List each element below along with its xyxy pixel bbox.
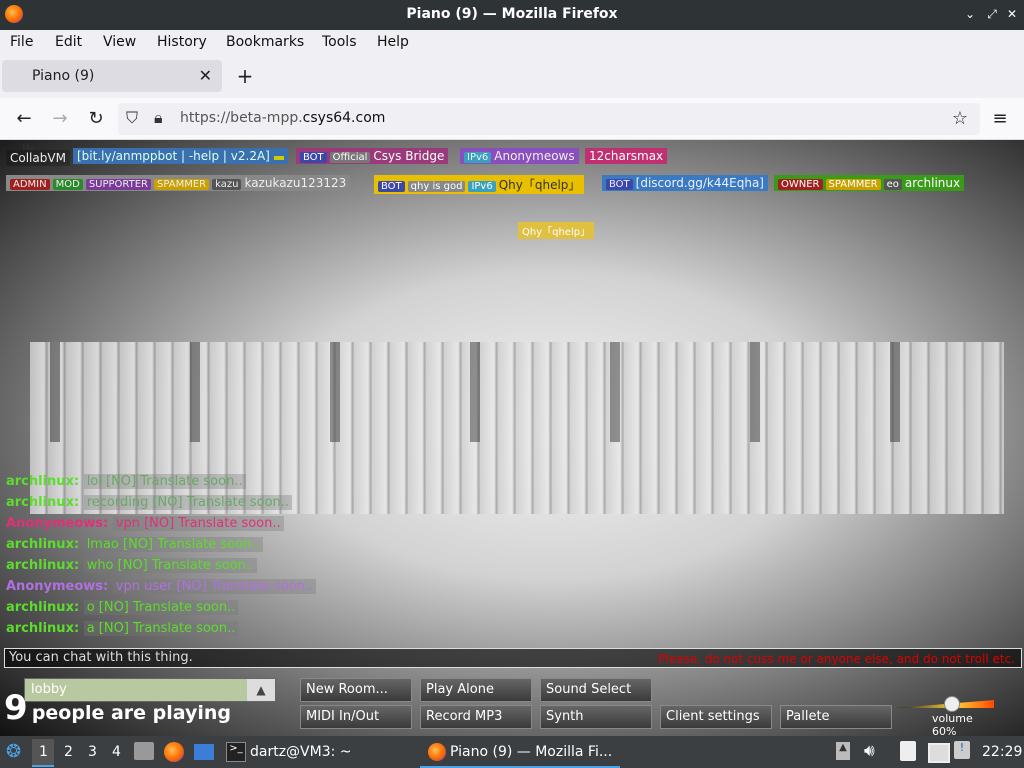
menu-tools[interactable]: Tools [322, 34, 357, 50]
workspace-4[interactable]: 4 [112, 744, 121, 760]
tray-up-icon[interactable]: ▲ [836, 742, 850, 760]
workspace-3[interactable]: 3 [88, 744, 97, 760]
chat-line: archlinux: lol [NO] Translate soon.. [6, 474, 246, 489]
player-count: 9 people are playing [4, 688, 231, 728]
menu-bookmarks[interactable]: Bookmarks [226, 34, 304, 50]
chat-line: Anonymeows: vpn user [NO] Translate soon… [6, 579, 317, 594]
navigation-bar: ← → ↻ ⛉ 🔒︎ https://beta-mpp.csys64.com ☆… [0, 98, 1024, 140]
chevron-up-icon[interactable]: ▲ [247, 679, 275, 701]
piano-black-key[interactable] [330, 342, 340, 442]
player-count-number: 9 [4, 688, 28, 728]
new-room-button[interactable]: New Room... [300, 678, 412, 702]
client-settings-button[interactable]: Client settings [660, 705, 772, 729]
piano-black-key[interactable] [50, 342, 60, 442]
midi-button[interactable]: MIDI In/Out [300, 705, 412, 729]
menu-file[interactable]: File [10, 34, 33, 50]
back-icon[interactable]: ← [12, 107, 36, 131]
menu-bar: File Edit View History Bookmarks Tools H… [0, 30, 1024, 56]
restore-icon[interactable]: ⤢ [984, 6, 1000, 22]
volume-knob[interactable] [944, 696, 960, 712]
chat-line: archlinux: o [NO] Translate soon.. [6, 600, 239, 615]
firefox-task-icon [428, 743, 446, 761]
window-titlebar: Piano (9) — Mozilla Firefox ⌄ ⤢ ✕ [0, 0, 1024, 30]
taskbar-terminal[interactable]: dartz@VM3: ~ [250, 744, 352, 760]
file-manager-icon[interactable] [134, 742, 154, 760]
shield-icon[interactable]: ⛉ [126, 108, 138, 128]
piano-black-key[interactable] [190, 342, 200, 442]
user-tag-discord[interactable]: BOT [discord.gg/k44Eqha] [602, 175, 768, 191]
user-tag-archlinux[interactable]: OWNER SPAMMER eo archlinux [774, 175, 965, 191]
piano-black-key[interactable] [890, 342, 900, 442]
clock: 22:29 [982, 744, 1023, 760]
lock-icon[interactable]: 🔒︎ [154, 108, 163, 128]
close-icon[interactable]: ✕ [1004, 6, 1020, 22]
window-title: Piano (9) — Mozilla Firefox [406, 6, 618, 22]
piano-black-key[interactable] [610, 342, 620, 442]
pallete-button[interactable]: Pallete [780, 705, 892, 729]
forward-icon[interactable]: → [48, 107, 72, 131]
terminal-icon: >_ [226, 742, 246, 762]
user-tag-bitly[interactable]: [bit.ly/anmppbot | -help | v2.2A] [73, 148, 288, 164]
record-mp3-button[interactable]: Record MP3 [420, 705, 532, 729]
piano-black-key[interactable] [750, 342, 760, 442]
tab-label: Piano (9) [32, 68, 95, 84]
chat-line: archlinux: recording [NO] Translate soon… [6, 495, 293, 510]
user-tag-csys-bridge[interactable]: BOT Official Csys Bridge [296, 148, 449, 164]
volume-slider[interactable]: volume 60% [896, 696, 996, 736]
chat-placeholder: You can chat with this thing. [9, 650, 193, 665]
new-tab-icon[interactable]: + [234, 64, 256, 88]
workspace-2[interactable]: 2 [64, 744, 73, 760]
menu-history[interactable]: History [157, 34, 207, 50]
hamburger-menu-icon[interactable]: ≡ [988, 107, 1012, 131]
url-bar[interactable]: ⛉ 🔒︎ https://beta-mpp.csys64.com [118, 103, 980, 135]
workspace-1[interactable]: 1 [39, 744, 48, 760]
desktop-icon[interactable] [194, 744, 214, 760]
volume-label: volume 60% [932, 712, 973, 736]
user-tag-collabvm[interactable]: CollabVM [6, 150, 70, 166]
notification-icon[interactable]: ! [954, 741, 970, 759]
start-menu-icon[interactable]: ❂ [6, 741, 21, 762]
taskbar-firefox[interactable]: Piano (9) — Mozilla Fi... [450, 744, 612, 760]
chat-line: Anonymeows: vpn [NO] Translate soon.. [6, 516, 284, 531]
player-count-text: people are playing [31, 702, 232, 724]
menu-edit[interactable]: Edit [55, 34, 82, 50]
menu-help[interactable]: Help [377, 34, 409, 50]
firefox-launcher-icon[interactable] [164, 742, 184, 762]
clipboard-icon[interactable] [900, 741, 916, 761]
tab-bar: Piano (9) ✕ + [0, 56, 1024, 98]
tab-close-icon[interactable]: ✕ [199, 66, 212, 85]
chat-line: archlinux: a [NO] Translate soon.. [6, 621, 239, 636]
chat-line: archlinux: lmao [NO] Translate soon.. [6, 537, 263, 552]
user-tag-kazu[interactable]: ADMIN MOD SUPPORTER SPAMMER kazu kazukazu1231… [6, 175, 351, 191]
taskbar: ❂ 1 2 3 4 >_ dartz@VM3: ~ Piano (9) — Mo… [0, 736, 1024, 768]
chat-input[interactable]: You can chat with this thing. Please, do… [4, 648, 1022, 668]
reload-icon[interactable]: ↻ [84, 107, 108, 131]
piano-black-key[interactable] [470, 342, 480, 442]
network-icon[interactable] [928, 743, 950, 763]
synth-button[interactable]: Synth [540, 705, 652, 729]
menu-view[interactable]: View [103, 34, 136, 50]
volume-icon[interactable]: 🔊︎ [864, 741, 875, 761]
chat-warning: Please, do not cuss me or anyone else, a… [658, 652, 1015, 666]
url-text[interactable]: https://beta-mpp.csys64.com [180, 110, 385, 126]
piano-page: Me CollabVM [bit.ly/anmppbot | -help | v… [0, 140, 1024, 736]
tab-piano[interactable]: Piano (9) ✕ [2, 60, 222, 92]
user-tag-anonymeows[interactable]: IPv6 Anonymeows [460, 148, 579, 164]
user-tag-12charsmax[interactable]: 12charsmax [585, 148, 668, 164]
sound-select-button[interactable]: Sound Select [540, 678, 652, 702]
user-tag-qhy[interactable]: BOT qhy is god IPv6 Qhy「qhelp」 [374, 175, 585, 194]
floating-cursor-label: Qhy「qhelp」 [518, 222, 595, 239]
bookmark-star-icon[interactable]: ☆ [948, 107, 972, 131]
play-alone-button[interactable]: Play Alone [420, 678, 532, 702]
chat-line: archlinux: who [NO] Translate soon.. [6, 558, 258, 573]
minimize-icon[interactable]: ⌄ [962, 6, 978, 22]
